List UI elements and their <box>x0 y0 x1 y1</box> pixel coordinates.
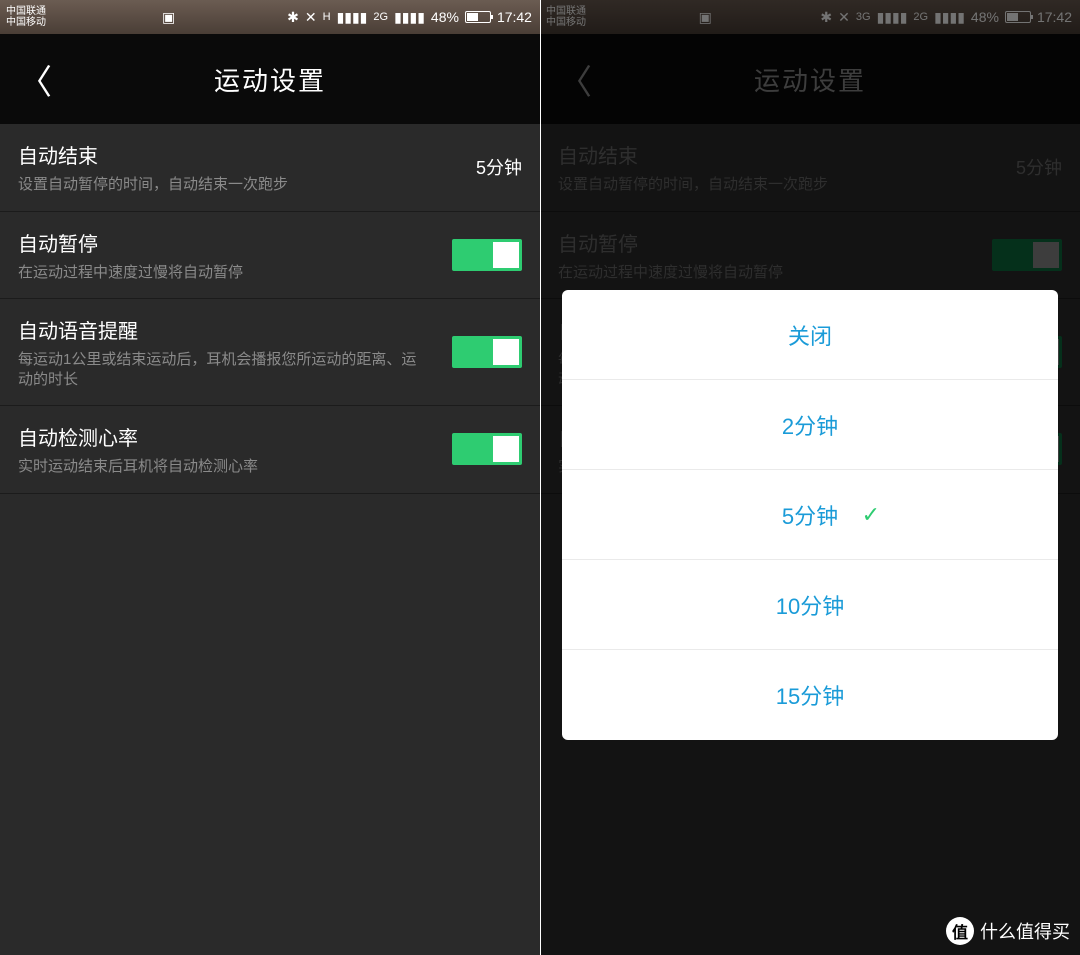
dialog-option-2min[interactable]: 2分钟 <box>562 380 1058 470</box>
toggle-voice[interactable] <box>452 336 522 368</box>
row-subtitle: 实时运动结束后耳机将自动检测心率 <box>18 457 258 477</box>
carrier-1: 中国联通 <box>6 6 46 17</box>
dialog-option-label: 2分钟 <box>782 409 838 441</box>
signal-icon: ▮▮▮▮ <box>337 9 368 26</box>
statusbar: 中国联通 中国移动 ▣ ✱ ✕ H ▮▮▮▮ 2G ▮▮▮▮ 48% 17:42 <box>0 0 540 34</box>
row-value: 5分钟 <box>476 154 522 180</box>
toggle-auto-pause[interactable] <box>452 239 522 271</box>
watermark-icon: 值 <box>946 917 974 945</box>
row-voice-reminder[interactable]: 自动语音提醒 每运动1公里或结束运动后，耳机会播报您所运动的距离、运动的时长 <box>0 299 540 406</box>
net-2g: 2G <box>373 11 388 23</box>
dialog-option-close[interactable]: 关闭 <box>562 290 1058 380</box>
app-header: 〈 运动设置 <box>0 34 540 124</box>
dialog-option-label: 5分钟 <box>782 499 838 531</box>
dialog-option-label: 15分钟 <box>776 679 844 711</box>
back-button[interactable]: 〈 <box>18 55 52 104</box>
toggle-heart-rate[interactable] <box>452 433 522 465</box>
phone-left: 中国联通 中国移动 ▣ ✱ ✕ H ▮▮▮▮ 2G ▮▮▮▮ 48% 17:42… <box>0 0 540 955</box>
phone-right: 中国联通 中国移动 ▣ ✱ ✕ 3G ▮▮▮▮ 2G ▮▮▮▮ 48% 17:4… <box>540 0 1080 955</box>
net-indicator: H <box>323 11 331 23</box>
row-title: 自动暂停 <box>18 228 243 257</box>
screenshot-divider <box>540 0 541 955</box>
dialog-option-15min[interactable]: 15分钟 <box>562 650 1058 740</box>
row-heart-rate[interactable]: 自动检测心率 实时运动结束后耳机将自动检测心率 <box>0 406 540 494</box>
row-title: 自动结束 <box>18 140 288 169</box>
dialog-option-10min[interactable]: 10分钟 <box>562 560 1058 650</box>
mute-icon: ✕ <box>305 9 317 26</box>
battery-icon <box>465 11 491 23</box>
dialog-option-label: 关闭 <box>788 319 832 351</box>
watermark-text: 什么值得买 <box>980 918 1070 944</box>
dialog-option-5min[interactable]: 5分钟 ✓ <box>562 470 1058 560</box>
row-title: 自动检测心率 <box>18 422 258 451</box>
row-subtitle: 在运动过程中速度过慢将自动暂停 <box>18 263 243 283</box>
row-subtitle: 每运动1公里或结束运动后，耳机会播报您所运动的距离、运动的时长 <box>18 350 418 389</box>
dialog-option-label: 10分钟 <box>776 589 844 621</box>
watermark: 值 什么值得买 <box>946 917 1070 945</box>
duration-dialog: 关闭 2分钟 5分钟 ✓ 10分钟 15分钟 <box>562 290 1058 740</box>
settings-list: 自动结束 设置自动暂停的时间，自动结束一次跑步 5分钟 自动暂停 在运动过程中速… <box>0 124 540 494</box>
battery-pct: 48% <box>431 9 459 25</box>
carrier-2: 中国移动 <box>6 17 46 28</box>
signal-icon-2: ▮▮▮▮ <box>394 9 425 26</box>
check-icon: ✓ <box>862 502 880 528</box>
page-title: 运动设置 <box>0 61 540 98</box>
bluetooth-icon: ✱ <box>287 9 299 26</box>
row-auto-pause[interactable]: 自动暂停 在运动过程中速度过慢将自动暂停 <box>0 212 540 300</box>
sim-icon: ▣ <box>162 9 175 26</box>
row-title: 自动语音提醒 <box>18 315 418 344</box>
clock: 17:42 <box>497 9 532 25</box>
row-subtitle: 设置自动暂停的时间，自动结束一次跑步 <box>18 175 288 195</box>
row-auto-end[interactable]: 自动结束 设置自动暂停的时间，自动结束一次跑步 5分钟 <box>0 124 540 212</box>
